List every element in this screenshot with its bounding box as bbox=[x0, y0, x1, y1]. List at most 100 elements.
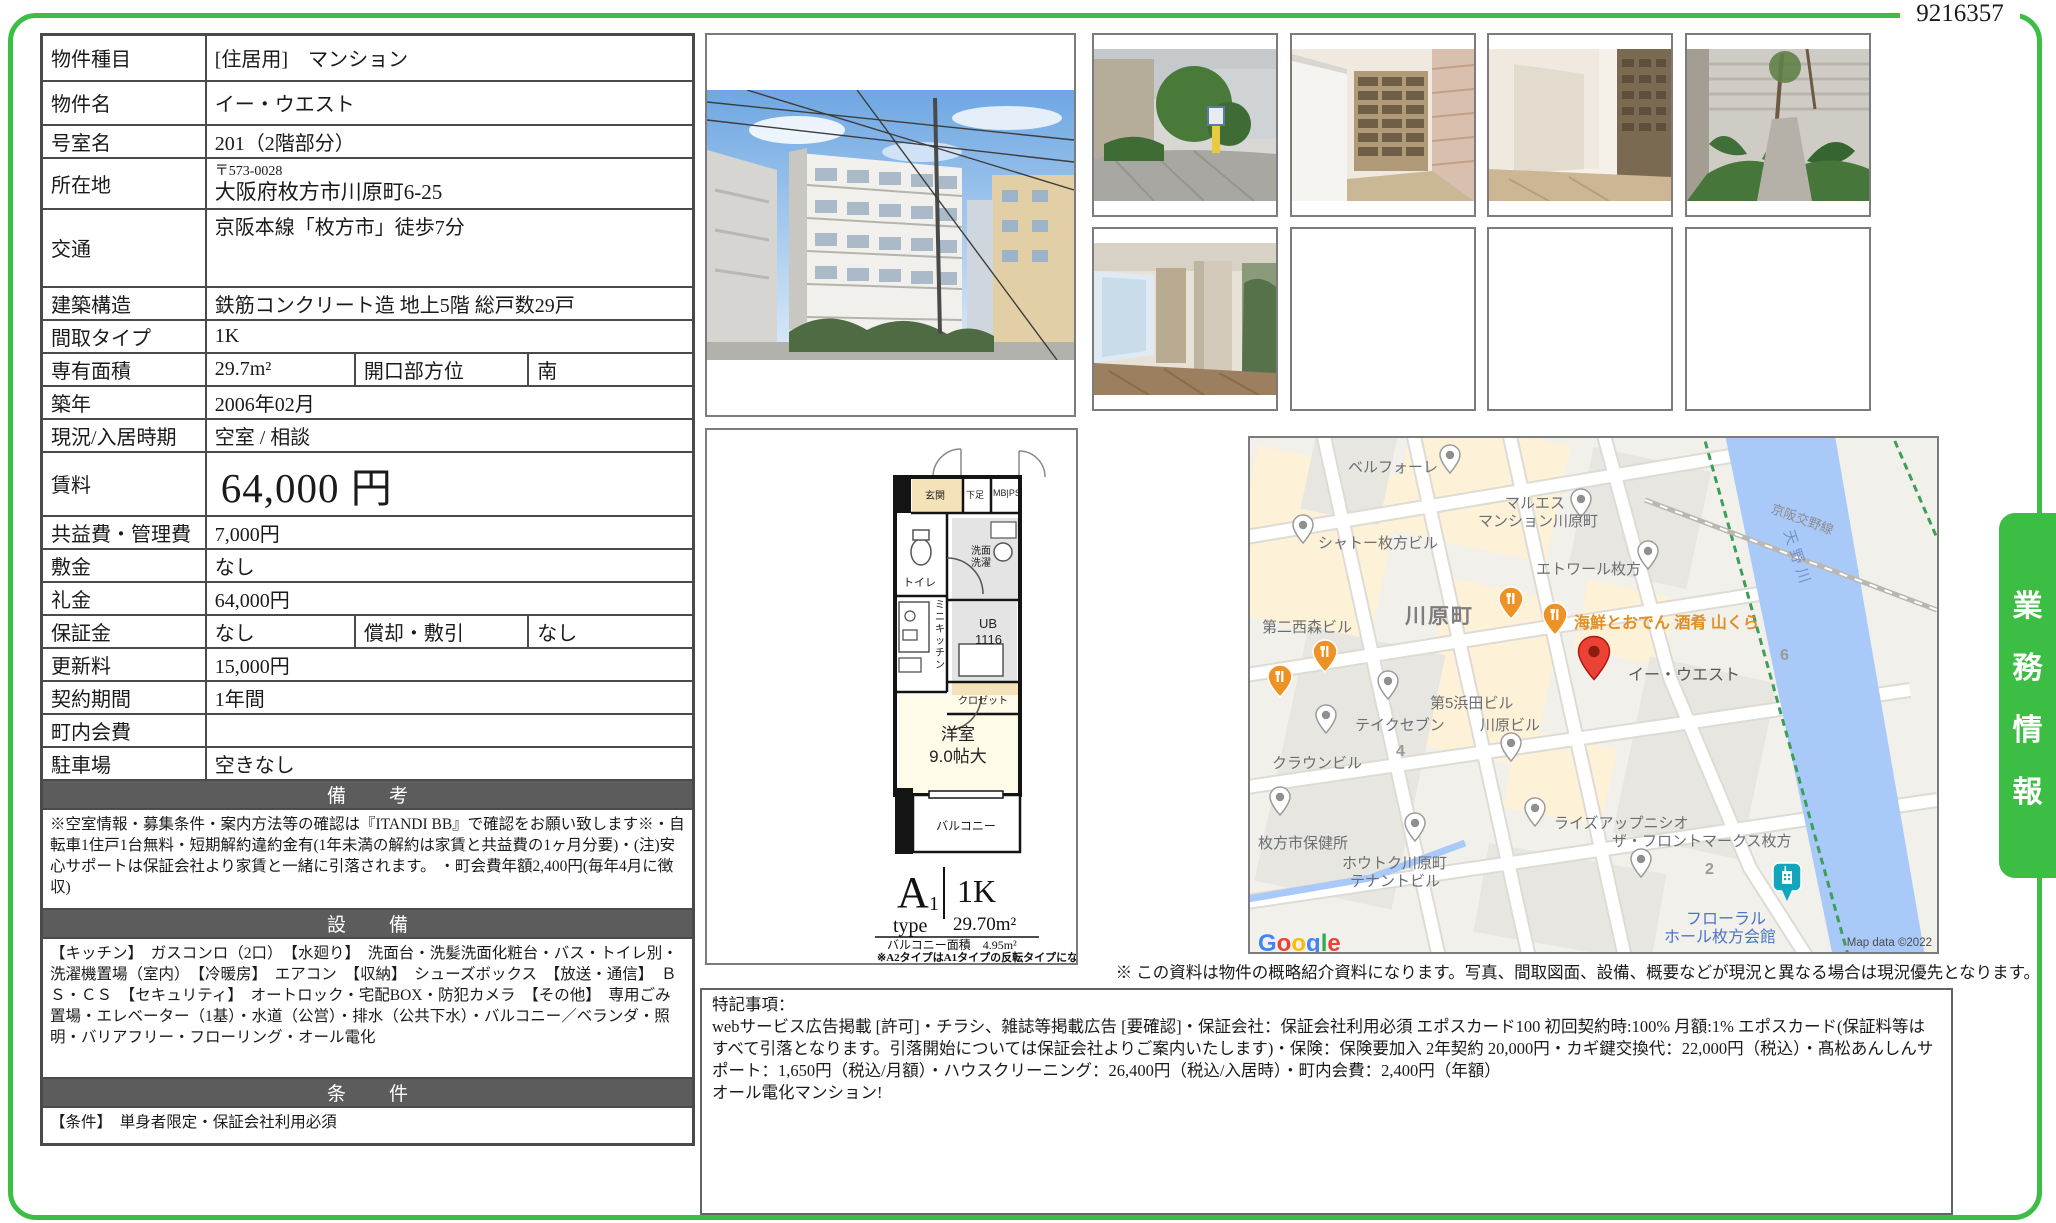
map-label: ホール枚方会館 bbox=[1664, 930, 1776, 946]
field-label: 礼金 bbox=[42, 582, 206, 615]
restaurant-pin-icon bbox=[1498, 586, 1524, 620]
plan-balcony-area: バルコニー面積 4.95m² bbox=[887, 937, 1017, 952]
field-label: 契約期間 bbox=[42, 681, 206, 714]
field-value: 鉄筋コンクリート造 地上5階 総戸数29戸 bbox=[206, 287, 694, 320]
map-label: イー・ウエスト bbox=[1628, 668, 1740, 684]
field-value: 空室 / 相談 bbox=[206, 419, 694, 452]
map-label: シャトー枚方ビル bbox=[1318, 536, 1438, 551]
field-value: 64,000円 bbox=[206, 582, 694, 615]
thumbnail-lobby-photo bbox=[1092, 227, 1278, 411]
conditions-header: 条 件 bbox=[42, 1078, 694, 1107]
table-row: 交通京阪本線「枚方市」徒歩7分 bbox=[42, 209, 694, 287]
address: 大阪府枚方市川原町6-25 bbox=[215, 180, 684, 204]
table-row: 町内会費 bbox=[42, 714, 694, 747]
field-value: 〒573-0028大阪府枚方市川原町6-25 bbox=[206, 158, 694, 209]
floor-plan: 玄関 下足 MB|PS トイレ 洗面 洗濯 UB 1116 ミニキッチン クロゼ… bbox=[705, 428, 1078, 965]
map-label: テイクセブン bbox=[1355, 718, 1445, 733]
table-row: 【条件】 単身者限定・保証会社利用必須 bbox=[42, 1107, 694, 1145]
place-pin-icon bbox=[1269, 786, 1291, 816]
special-notes-footer: オール電化マンション! bbox=[712, 1082, 1941, 1104]
google-logo-letter: G bbox=[1258, 930, 1277, 954]
tab-character: 務 bbox=[2013, 643, 2043, 687]
label-meter-pipe: MB|PS bbox=[993, 488, 1021, 498]
field-value bbox=[206, 714, 694, 747]
thumbnail-empty-slot bbox=[1487, 227, 1673, 411]
approach-illustration bbox=[1094, 49, 1276, 201]
location-map: Google Map data ©2022 ベルフォーレマルエスマンション川原町… bbox=[1248, 436, 1939, 954]
label-mini-kitchen: ミニキッチン bbox=[935, 600, 945, 671]
plan-type-letter: A bbox=[897, 868, 929, 917]
table-row: 更新料15,000円 bbox=[42, 648, 694, 681]
label-closet: クロゼット bbox=[958, 695, 1008, 707]
label-unit-bath-size: 1116 bbox=[975, 632, 1002, 647]
google-logo: Google bbox=[1258, 930, 1341, 954]
map-credit: Map data ©2022 bbox=[1847, 937, 1932, 949]
table-row: 専有面積29.7m²開口部方位南 bbox=[42, 353, 694, 386]
place-pin-icon bbox=[1439, 444, 1461, 474]
map-label: ライズアップニシオ bbox=[1554, 816, 1689, 831]
tab-character: 情 bbox=[2013, 705, 2043, 749]
disclaimer-text: ※ この資料は物件の概略紹介資料になります。写真、間取図面、設備、概要などが現況… bbox=[700, 959, 2040, 983]
label-toilet: トイレ bbox=[903, 577, 936, 589]
property-table: 物件種目[住居用] マンション物件名イー・ウエスト号室名201（2階部分）所在地… bbox=[40, 33, 695, 1146]
reference-number: 9216357 bbox=[1900, 0, 2020, 30]
thumbnail-approach-photo bbox=[1092, 33, 1278, 217]
field-value: 64,000 円 bbox=[206, 452, 694, 516]
map-label: ホウトク川原町 bbox=[1342, 856, 1447, 871]
tab-character: 報 bbox=[2013, 767, 2043, 811]
field-label: 築年 bbox=[42, 386, 206, 419]
table-row: 設 備 bbox=[42, 909, 694, 938]
thumbnail-empty-slot bbox=[1290, 227, 1476, 411]
table-row: 駐車場空きなし bbox=[42, 747, 694, 780]
field-label: 現況/入居時期 bbox=[42, 419, 206, 452]
field-label: 町内会費 bbox=[42, 714, 206, 747]
place-pin-icon bbox=[1630, 848, 1652, 878]
table-row: 保証金なし償却・敷引なし bbox=[42, 615, 694, 648]
thumbnail-entrance-hall-photo bbox=[1487, 33, 1673, 217]
special-notes-body: webサービス広告掲載 [許可]・チラシ、雑誌等掲載広告 [要確認]・保証会社：… bbox=[712, 1016, 1941, 1082]
table-row: 物件名イー・ウエスト bbox=[42, 81, 694, 125]
field-label: 更新料 bbox=[42, 648, 206, 681]
field-value: 南 bbox=[528, 353, 693, 386]
field-label: 号室名 bbox=[42, 125, 206, 158]
entrance-hall-illustration bbox=[1489, 49, 1671, 201]
business-info-tab[interactable]: 業務情報 bbox=[1999, 513, 2056, 878]
field-label: 物件名 bbox=[42, 81, 206, 125]
remarks-text: ※空室情報・募集条件・案内方法等の確認は『ITANDI BB』で確認をお願い致し… bbox=[42, 809, 694, 909]
map-label: 2 bbox=[1705, 862, 1714, 878]
table-row: 間取タイプ1K bbox=[42, 320, 694, 353]
field-value: 29.7m² bbox=[206, 353, 355, 386]
map-label: ベルフォーレ bbox=[1348, 460, 1438, 475]
map-label: 川原町 bbox=[1405, 606, 1474, 627]
map-label: フローラル bbox=[1686, 912, 1766, 928]
google-logo-letter: e bbox=[1327, 930, 1340, 954]
map-label: クラウンビル bbox=[1272, 756, 1362, 771]
postal-code: 〒573-0028 bbox=[215, 164, 684, 180]
field-value: なし bbox=[206, 549, 694, 582]
field-value: 1K bbox=[206, 320, 694, 353]
table-row: 賃料64,000 円 bbox=[42, 452, 694, 516]
label-washbasin: 洗面 bbox=[971, 545, 991, 557]
field-label: 専有面積 bbox=[42, 353, 206, 386]
label-balcony: バルコニー bbox=[936, 819, 996, 833]
field-value: なし bbox=[528, 615, 693, 648]
place-pin-icon bbox=[1315, 704, 1337, 734]
map-label: マルエス bbox=[1505, 496, 1565, 511]
place-pin-icon bbox=[1404, 812, 1426, 842]
mailbox-illustration bbox=[1292, 49, 1474, 201]
field-label: 償却・敷引 bbox=[355, 615, 528, 648]
table-row: 所在地〒573-0028大阪府枚方市川原町6-25 bbox=[42, 158, 694, 209]
plan-layout: 1K bbox=[957, 873, 996, 909]
place-pin-icon bbox=[1524, 797, 1546, 827]
map-label: 第5浜田ビル bbox=[1430, 696, 1513, 711]
field-label: 賃料 bbox=[42, 452, 206, 516]
place-pin-icon bbox=[1292, 514, 1314, 544]
map-label: 枚方市保健所 bbox=[1258, 836, 1348, 851]
table-row: 共益費・管理費7,000円 bbox=[42, 516, 694, 549]
field-value: 京阪本線「枚方市」徒歩7分 bbox=[206, 209, 694, 287]
destination-pin-icon bbox=[1577, 635, 1611, 681]
field-value: 201（2階部分） bbox=[206, 125, 694, 158]
map-label: 川原ビル bbox=[1480, 718, 1540, 733]
building-exterior-illustration bbox=[707, 90, 1074, 360]
field-value: なし bbox=[206, 615, 355, 648]
